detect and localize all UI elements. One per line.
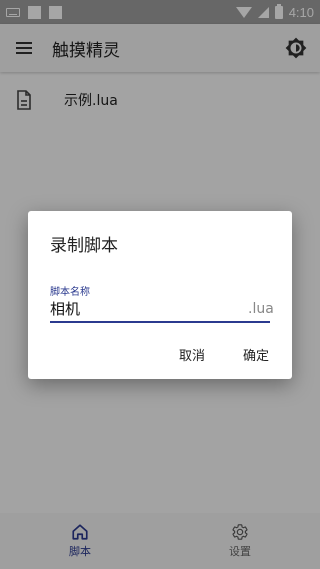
cancel-button[interactable]: 取消 (179, 345, 205, 364)
record-script-dialog: 录制脚本 脚本名称 .lua 取消 确定 (28, 211, 292, 379)
file-extension-suffix: .lua (248, 301, 274, 317)
field-label: 脚本名称 (50, 287, 90, 298)
script-name-input[interactable] (50, 297, 240, 319)
dialog-title: 录制脚本 (50, 236, 118, 256)
confirm-button[interactable]: 确定 (243, 345, 269, 364)
input-underline (50, 321, 270, 323)
